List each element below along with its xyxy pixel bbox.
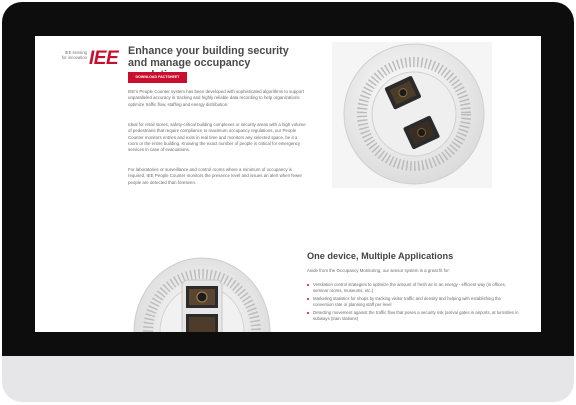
applications-title: One device, Multiple Applications bbox=[307, 251, 454, 261]
logo-tagline: IEE sensing for innovation bbox=[61, 50, 87, 60]
hero-paragraph-1: IEE's People Counter system has been dev… bbox=[128, 89, 304, 107]
sensor-device-image bbox=[131, 256, 273, 332]
monitor-bezel: IEE sensing for innovation IEE Enhance y… bbox=[2, 2, 574, 356]
hero-paragraph-2: Ideal for retail stores, safety-critical… bbox=[128, 122, 306, 153]
people-counter-sensor-image bbox=[332, 42, 492, 188]
list-item-text: Ventilation control strategies to optimi… bbox=[313, 282, 506, 294]
list-item-text: Detecting movement against the traffic f… bbox=[313, 310, 519, 322]
list-item-text: Marketing statistics for shops by tracki… bbox=[313, 296, 501, 308]
list-item: Marketing statistics for shops by tracki… bbox=[307, 296, 519, 308]
webpage-screen: IEE sensing for innovation IEE Enhance y… bbox=[35, 36, 541, 332]
applications-intro: Aside from the Occupancy Monitoring, our… bbox=[307, 268, 450, 273]
logo-brand: IEE bbox=[89, 48, 119, 69]
download-factsheet-button[interactable]: DOWNLOAD FACTSHEET bbox=[128, 72, 187, 83]
hero-paragraph-3: For laboratories or surveillance and con… bbox=[128, 167, 303, 185]
bullet-icon bbox=[307, 298, 309, 301]
list-item: Ventilation control strategies to optimi… bbox=[307, 282, 519, 294]
bullet-icon bbox=[307, 284, 309, 286]
iee-logo[interactable]: IEE sensing for innovation IEE bbox=[61, 48, 121, 72]
list-item: Detecting movement against the traffic f… bbox=[307, 310, 519, 322]
bullet-icon bbox=[307, 312, 309, 315]
monitor-chin bbox=[2, 356, 574, 402]
applications-list: Ventilation control strategies to optimi… bbox=[307, 282, 519, 325]
monitor-frame: IEE sensing for innovation IEE Enhance y… bbox=[2, 2, 574, 402]
